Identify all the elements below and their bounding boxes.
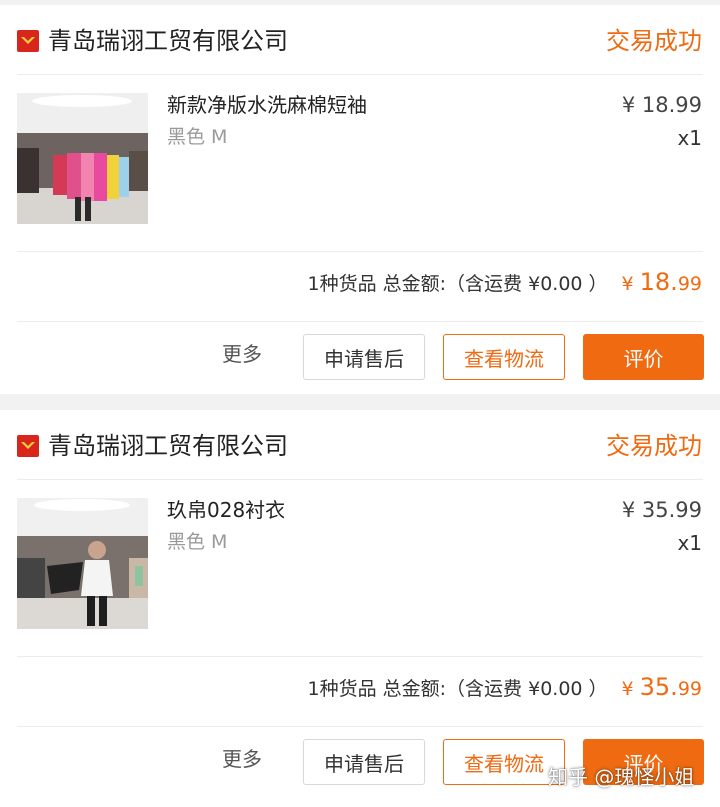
product-sku: 黑色 M — [167, 531, 228, 553]
order-total-row: 1种货品 总金额:（含运费 ¥0.00 ） ¥18.99 — [308, 268, 702, 296]
shop-header[interactable]: 青岛瑞诩工贸有限公司 交易成功 — [0, 5, 720, 75]
product-title[interactable]: 新款净版水洗麻棉短袖 — [167, 91, 367, 119]
total-decimal: 99 — [677, 273, 702, 295]
watermark: 知乎 @瑰怪小姐 — [548, 765, 695, 789]
product-quantity: x1 — [677, 126, 702, 150]
shop-header[interactable]: 青岛瑞诩工贸有限公司 交易成功 — [0, 410, 720, 480]
divider — [17, 656, 703, 657]
more-button[interactable]: 更多 — [222, 340, 262, 368]
order-card: 青岛瑞诩工贸有限公司 交易成功 新款净版水洗麻棉短袖 黑色 M ¥ 18.99 … — [0, 5, 720, 394]
divider — [17, 321, 703, 322]
product-sku: 黑色 M — [167, 126, 228, 148]
divider — [17, 479, 703, 480]
after-sale-button[interactable]: 申请售后 — [303, 334, 425, 380]
total-integer: 35. — [639, 673, 678, 701]
product-quantity: x1 — [677, 531, 702, 555]
order-total-row: 1种货品 总金额:（含运费 ¥0.00 ） ¥35.99 — [308, 673, 702, 701]
order-total: ¥18.99 — [622, 268, 702, 296]
order-summary: 1种货品 总金额:（含运费 ¥0.00 ） — [307, 273, 608, 295]
divider — [17, 726, 703, 727]
divider — [17, 74, 703, 75]
currency-symbol: ¥ — [621, 273, 634, 295]
view-logistics-button[interactable]: 查看物流 — [443, 334, 565, 380]
order-status: 交易成功 — [606, 27, 702, 55]
order-status: 交易成功 — [606, 432, 702, 460]
product-price: ¥ 18.99 — [621, 93, 702, 117]
product-image[interactable] — [17, 93, 148, 224]
total-integer: 18. — [639, 268, 678, 296]
shop-badge-icon — [17, 30, 39, 52]
product-price: ¥ 35.99 — [621, 498, 702, 522]
order-card: 青岛瑞诩工贸有限公司 交易成功 玖帛028衬衣 黑色 M ¥ 35.99 x1 … — [0, 410, 720, 807]
shop-name[interactable]: 青岛瑞诩工贸有限公司 — [48, 430, 288, 462]
divider — [17, 251, 703, 252]
total-decimal: 99 — [677, 678, 702, 700]
review-button[interactable]: 评价 — [583, 334, 704, 380]
product-image[interactable] — [17, 498, 148, 629]
currency-symbol: ¥ — [621, 678, 634, 700]
order-total: ¥35.99 — [622, 673, 702, 701]
more-button[interactable]: 更多 — [222, 745, 262, 773]
after-sale-button[interactable]: 申请售后 — [303, 739, 425, 785]
shop-name[interactable]: 青岛瑞诩工贸有限公司 — [48, 25, 288, 57]
view-logistics-button[interactable]: 查看物流 — [443, 739, 565, 785]
product-title[interactable]: 玖帛028衬衣 — [167, 496, 285, 524]
order-summary: 1种货品 总金额:（含运费 ¥0.00 ） — [307, 678, 608, 700]
shop-badge-icon — [17, 435, 39, 457]
